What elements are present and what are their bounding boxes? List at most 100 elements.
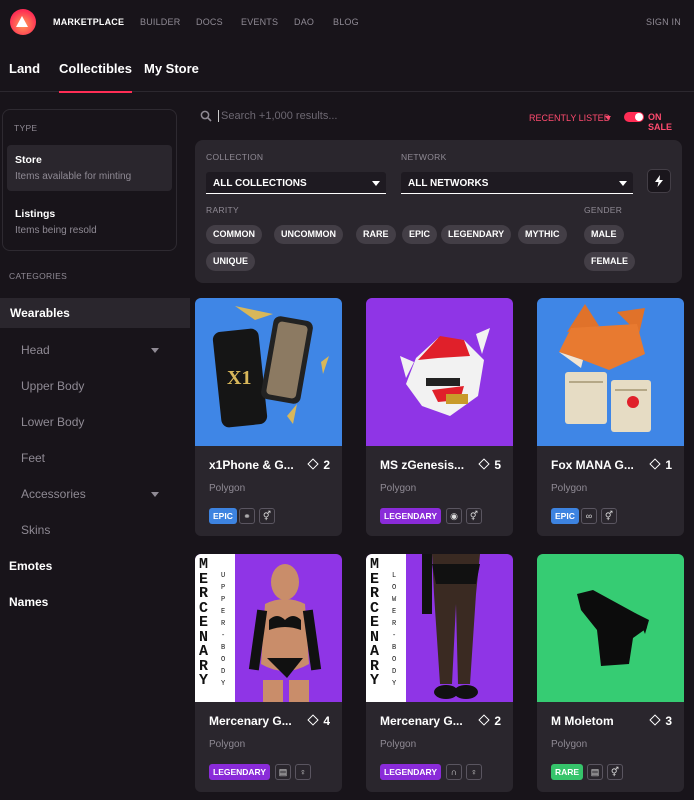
chevron-down-icon [372,181,380,186]
rarity-chip-rare[interactable]: RARE [356,225,396,244]
type-listings[interactable]: Listings Items being resold [7,199,172,245]
hoodie-artwork [577,590,649,666]
top-bar: MARKETPLACE BUILDER DOCS EVENTS DAO BLOG… [0,0,694,44]
gender-chip-male[interactable]: MALE [584,225,624,244]
network-select[interactable]: ALL NETWORKS [401,172,633,194]
mint-icon [478,714,490,726]
collection-select[interactable]: ALL COLLECTIONS [206,172,386,194]
gender-label: GENDER [584,205,623,215]
item-name: M Moletom [551,714,614,728]
sort-dropdown[interactable]: RECENTLY LISTED [529,113,610,123]
mint-icon [307,714,319,726]
item-network: Polygon [551,483,588,494]
item-image-zgenesis [366,298,513,446]
type-store[interactable]: Store Items available for minting [7,145,172,191]
rarity-badge: EPIC [551,508,579,524]
item-count: 2 [307,458,330,472]
on-sale-label: ON SALE [648,112,673,132]
decentraland-logo[interactable] [10,9,36,35]
category-wearables[interactable]: Wearables [0,298,190,328]
item-name: MS zGenesis... [380,458,465,472]
rarity-badge: LEGENDARY [380,764,442,780]
gender-icon: ⚥ [601,508,617,524]
gender-icon: ♀ [295,764,311,780]
glasses-icon: ∞ [581,508,597,524]
category-feet[interactable]: Feet [21,451,45,465]
item-name: Mercenary G... [209,714,292,728]
upper-body-icon: ▤ [275,764,291,780]
gender-icon: ⚥ [607,764,623,780]
mint-icon [307,458,319,470]
category-head[interactable]: Head [21,343,50,357]
rarity-chip-legendary[interactable]: LEGENDARY [441,225,512,244]
mercenary-lower-artwork [366,554,480,702]
item-card[interactable]: MERCENARY UPPER-BODY Mercenary G... 4 Po… [195,554,342,792]
helmet-icon: ◉ [446,508,462,524]
item-card[interactable]: X1 x1Phone & G... 2 Polygon EPIC ⚭ ⚥ [195,298,342,536]
category-upper-body[interactable]: Upper Body [21,379,84,393]
rarity-chip-common[interactable]: COMMON [206,225,262,244]
item-card[interactable]: MERCENARY LOWER-BODY Mercenary G... 2 Po… [366,554,513,792]
item-card[interactable]: Fox MANA G... 1 Polygon EPIC ∞ ⚥ [537,298,684,536]
gender-icon: ♀ [466,764,482,780]
item-network: Polygon [551,739,588,750]
gender-chip-female[interactable]: FEMALE [584,252,635,271]
fox-artwork [559,304,651,432]
category-accessories[interactable]: Accessories [21,487,86,501]
nav-blog[interactable]: BLOG [333,17,359,27]
upper-body-icon: ▤ [587,764,603,780]
item-count: 4 [307,714,330,728]
category-skins[interactable]: Skins [21,523,50,537]
tab-my-store[interactable]: My Store [144,61,199,76]
item-network: Polygon [209,483,246,494]
category-names[interactable]: Names [9,595,48,609]
search-input[interactable]: Search +1,000 results... [218,110,337,122]
tab-land[interactable]: Land [9,61,40,76]
helmet-artwork [400,328,490,416]
sort-chevron-icon[interactable] [605,116,611,120]
item-count: 5 [478,458,501,472]
section-tabs: Land Collectibles My Store [0,44,694,93]
category-emotes[interactable]: Emotes [9,559,52,573]
gender-icon: ⚥ [259,508,275,524]
type-label: TYPE [14,123,38,133]
network-value: ALL NETWORKS [408,178,489,189]
tab-collectibles[interactable]: Collectibles [59,61,132,93]
item-name: Fox MANA G... [551,458,634,472]
item-image-mercenary-lower: MERCENARY LOWER-BODY [366,554,513,702]
item-name: x1Phone & G... [209,458,294,472]
nav-marketplace[interactable]: MARKETPLACE [53,17,124,27]
nav-docs[interactable]: DOCS [196,17,223,27]
search-bar: Search +1,000 results... RECENTLY LISTED… [200,106,685,132]
collection-label: COLLECTION [206,152,264,162]
sign-in-link[interactable]: SIGN IN [646,17,681,27]
item-image-mercenary-upper: MERCENARY UPPER-BODY [195,554,342,702]
nav-events[interactable]: EVENTS [241,17,278,27]
item-image-moletom [537,554,684,702]
on-sale-toggle[interactable] [624,112,644,122]
item-network: Polygon [209,739,246,750]
rarity-chip-mythic[interactable]: MYTHIC [518,225,567,244]
category-icon: ⚭ [239,508,255,524]
nav-builder[interactable]: BUILDER [140,17,180,27]
lightning-icon [655,175,663,187]
chevron-down-icon [619,181,627,186]
item-card[interactable]: M Moletom 3 Polygon RARE ▤ ⚥ [537,554,684,792]
type-listings-title: Listings [15,208,56,220]
item-card[interactable]: MS zGenesis... 5 Polygon LEGENDARY ◉ ⚥ [366,298,513,536]
network-label: NETWORK [401,152,447,162]
chevron-down-icon[interactable] [151,492,159,497]
mercenary-subtext: LOWER-BODY [392,572,397,688]
advanced-filter-button[interactable] [647,169,671,193]
nav-dao[interactable]: DAO [294,17,314,27]
category-lower-body[interactable]: Lower Body [21,415,84,429]
chevron-down-icon[interactable] [151,348,159,353]
rarity-chip-unique[interactable]: UNIQUE [206,252,256,271]
mint-icon [478,458,490,470]
filters-panel: COLLECTION ALL COLLECTIONS NETWORK ALL N… [195,140,682,283]
rarity-chip-uncommon[interactable]: UNCOMMON [274,225,343,244]
mercenary-vertical-text: MERCENARY [199,556,209,689]
item-name: Mercenary G... [380,714,463,728]
type-store-title: Store [15,154,42,166]
rarity-chip-epic[interactable]: EPIC [402,225,438,244]
